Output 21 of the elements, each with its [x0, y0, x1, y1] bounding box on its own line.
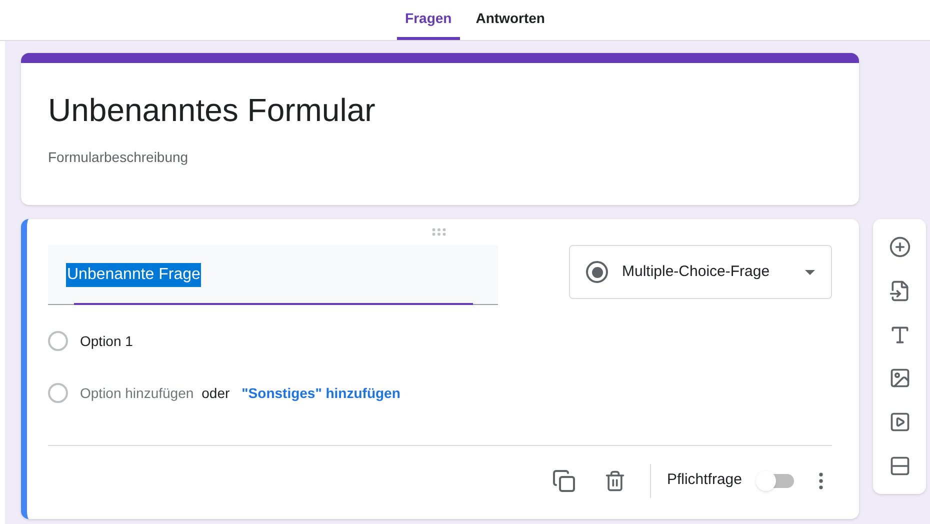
copy-icon[interactable] — [552, 468, 576, 492]
or-text: oder — [202, 384, 230, 402]
image-icon[interactable] — [888, 367, 910, 390]
caret-icon — [805, 270, 815, 274]
required-label: Pflichtfrage — [666, 470, 742, 490]
form-title[interactable]: Unbenanntes Formular — [48, 90, 832, 130]
tab[interactable]: Antworten — [468, 0, 553, 40]
radio-icon — [586, 261, 608, 283]
trash-icon[interactable] — [604, 470, 626, 492]
question-title-field[interactable]: Unbenannte Frage — [48, 245, 498, 305]
option-label[interactable]: Option 1 — [80, 330, 133, 352]
add-other-link[interactable]: "Sonstiges" hinzufügen — [242, 382, 400, 404]
add-option-field[interactable]: Option hinzufügen — [80, 382, 194, 404]
add-question-icon[interactable] — [888, 236, 910, 258]
required-switch[interactable] — [756, 470, 796, 490]
question-type-dropdown[interactable]: Multiple-Choice-Frage — [569, 245, 832, 299]
section-icon[interactable] — [888, 455, 910, 478]
form-description[interactable]: Formularbeschreibung — [48, 147, 832, 168]
import-icon[interactable] — [888, 280, 910, 302]
video-icon[interactable] — [888, 411, 910, 434]
question-title: Unbenannte Frage — [66, 262, 202, 286]
